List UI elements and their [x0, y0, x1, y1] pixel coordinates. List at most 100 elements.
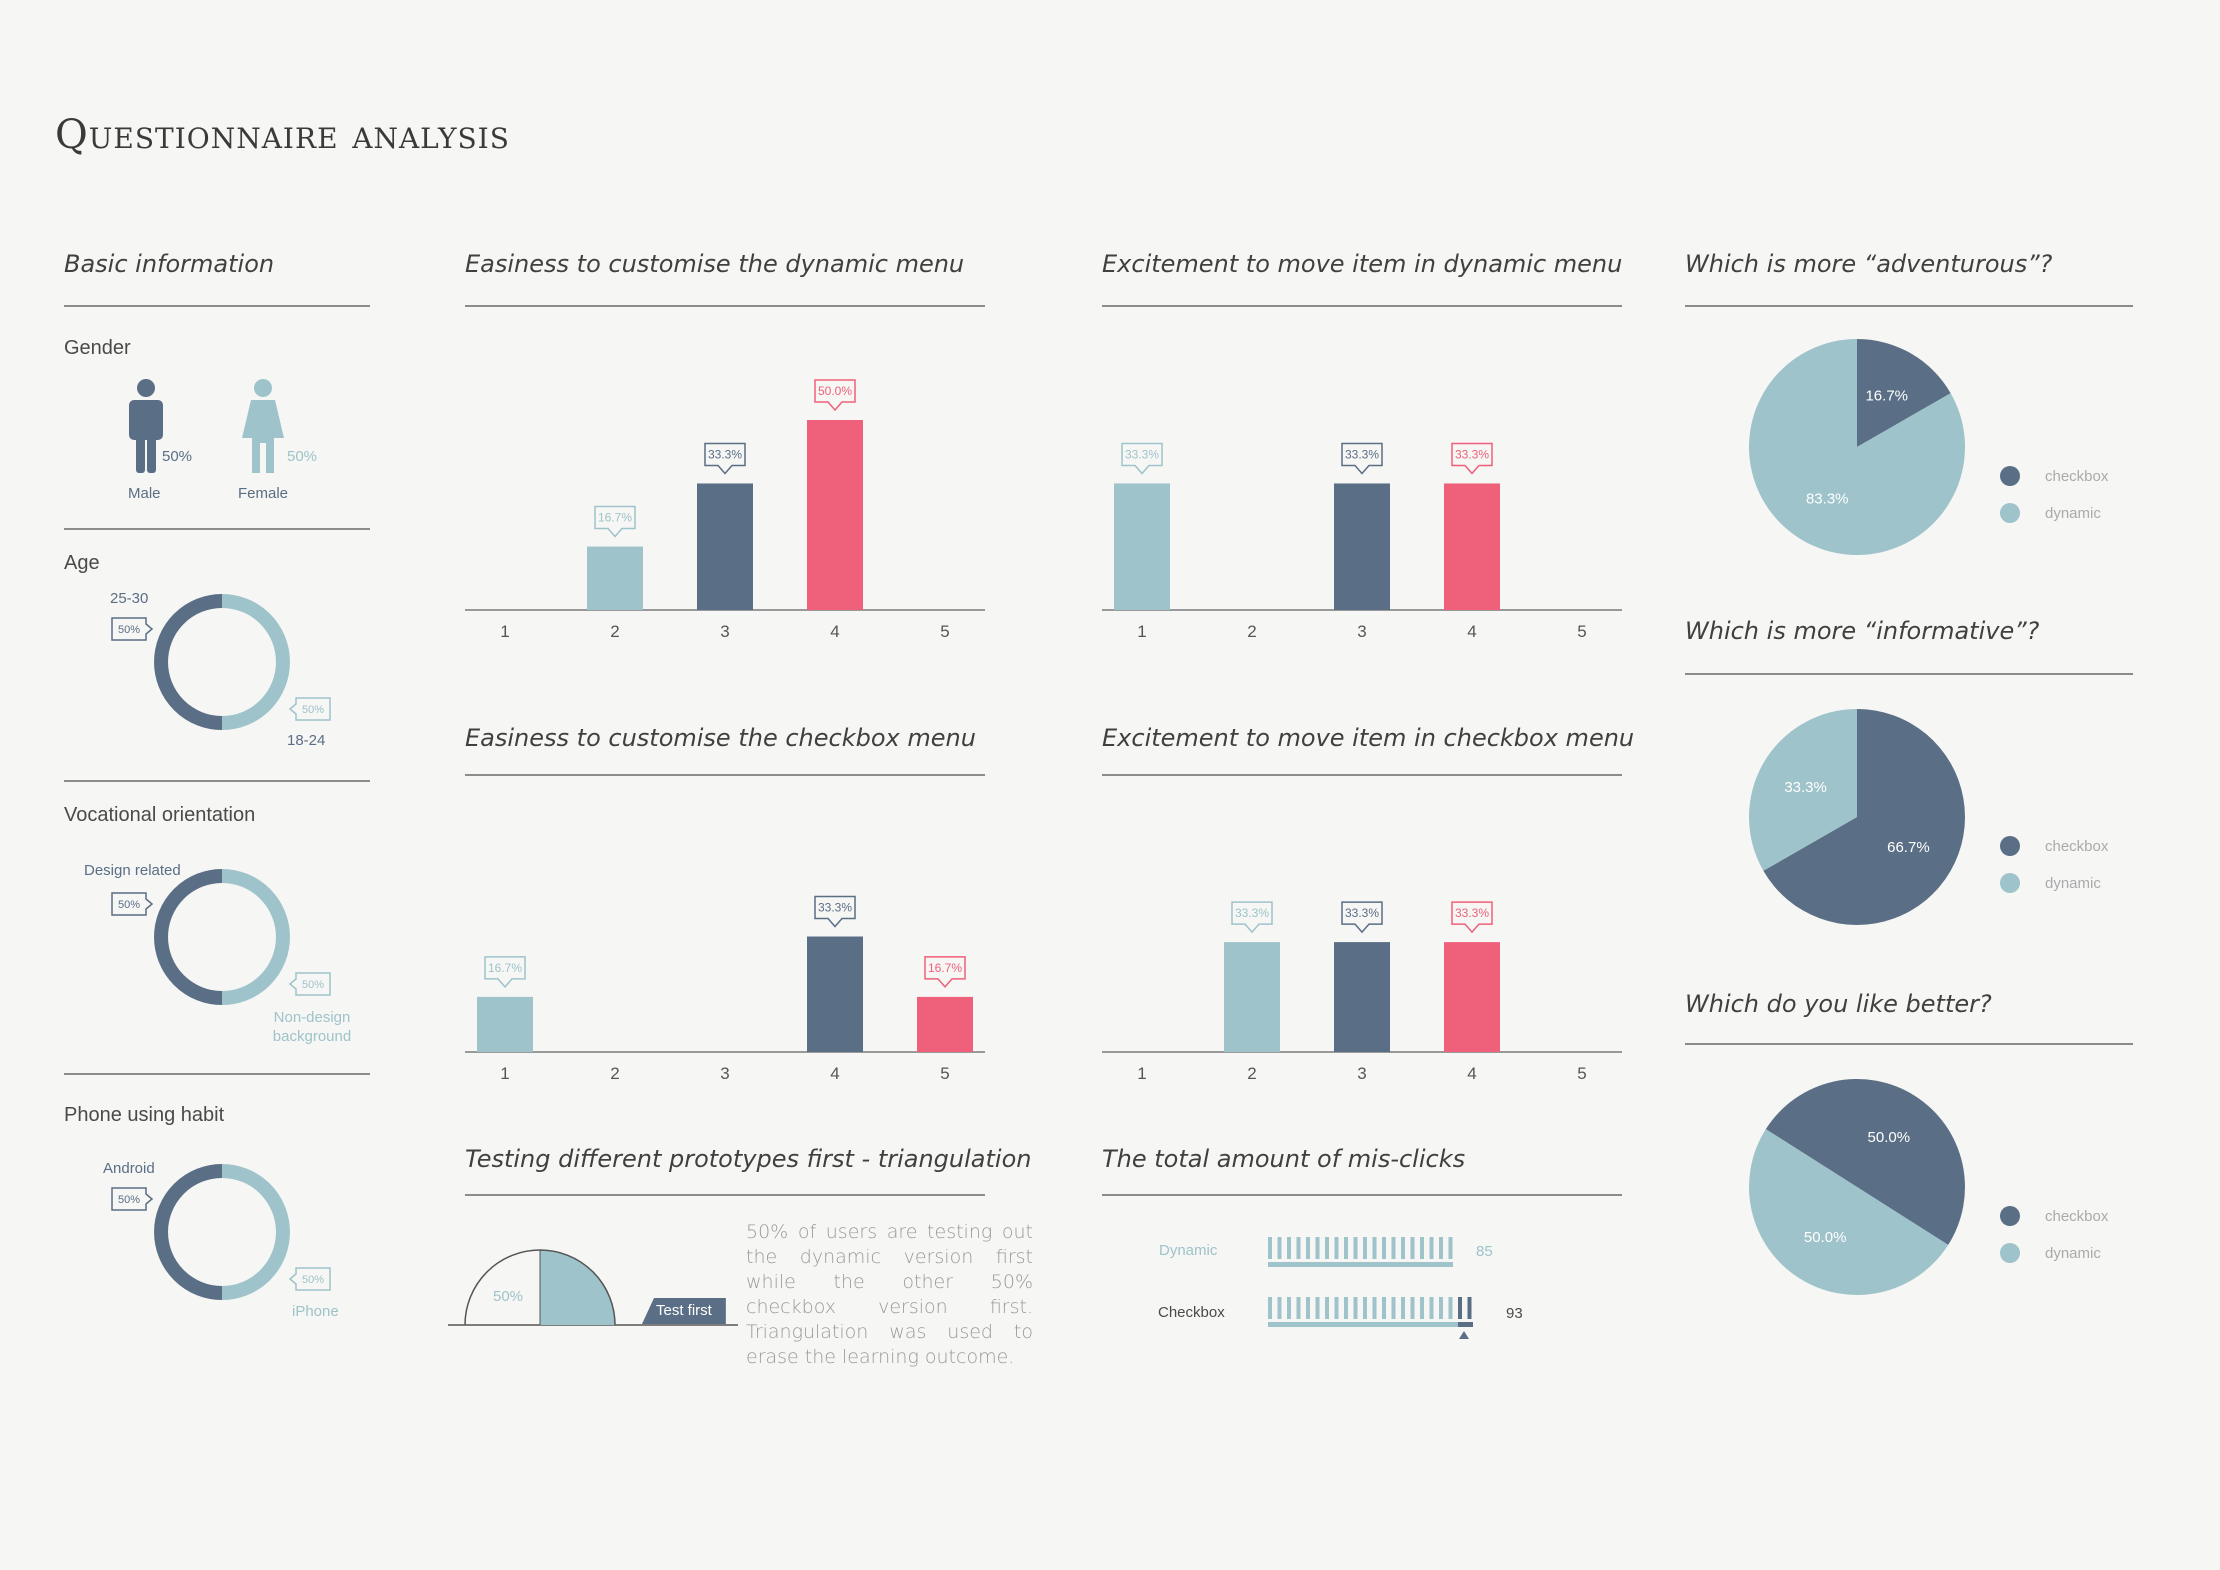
x-tick-label: 2 — [610, 622, 619, 641]
female-label: Female — [238, 485, 289, 502]
divider — [1685, 673, 2133, 675]
bar — [1114, 483, 1170, 610]
donut-light-segment — [221, 869, 290, 1005]
svg-text:33.3%: 33.3% — [1235, 906, 1269, 920]
tally-mark — [1268, 1237, 1272, 1259]
legend-swatch — [2000, 1243, 2020, 1263]
tally-mark — [1467, 1297, 1472, 1319]
tally-mark — [1401, 1297, 1405, 1319]
x-tick-label: 5 — [1577, 622, 1586, 641]
difference-marker — [1459, 1331, 1469, 1339]
difference-bar — [1458, 1322, 1473, 1327]
donut-light-segment — [221, 594, 290, 730]
donut-dark-pct-tag: 50% — [111, 617, 154, 641]
svg-text:50.0%: 50.0% — [818, 384, 852, 398]
svg-text:50%: 50% — [302, 979, 324, 991]
tally-mark — [1372, 1237, 1377, 1259]
tally-mark — [1325, 1297, 1329, 1319]
pie2-title: Which is more “informative”? — [1685, 617, 2040, 645]
svg-text:33.3%: 33.3% — [818, 901, 852, 915]
tally-mark — [1334, 1237, 1339, 1259]
tally-mark — [1420, 1297, 1424, 1319]
tally-mark — [1334, 1297, 1339, 1319]
tally-mark — [1277, 1237, 1282, 1259]
phone-donut: 50% 50% — [111, 1164, 331, 1300]
donut-dark-pct-tag: 50% — [111, 892, 154, 916]
bar — [587, 546, 643, 610]
tally-mark — [1287, 1297, 1291, 1319]
svg-text:50%: 50% — [302, 704, 324, 716]
legend-label: checkbox — [2045, 468, 2109, 485]
legend-label: checkbox — [2045, 838, 2109, 855]
tally-mark — [1287, 1237, 1291, 1259]
tally-mark — [1353, 1297, 1358, 1319]
x-tick-label: 3 — [720, 622, 729, 641]
data-label: 33.3% — [1451, 901, 1493, 934]
age-title: Age — [64, 552, 100, 574]
x-tick-label: 3 — [1357, 622, 1366, 641]
vocation-title: Vocational orientation — [64, 804, 256, 826]
x-tick-label: 4 — [1467, 1064, 1476, 1083]
tally-mark — [1429, 1297, 1434, 1319]
tally-mark — [1296, 1297, 1301, 1319]
divider — [465, 774, 985, 776]
bar-chart-dynamic-excitement: 1 33.3% 2 3 33.3% 4 33.3% 5 — [1102, 442, 1622, 641]
x-tick-label: 1 — [1137, 622, 1146, 641]
divider — [1102, 305, 1622, 307]
female-pct: 50% — [287, 448, 318, 465]
tally-mark — [1458, 1297, 1462, 1319]
tally-mark — [1325, 1237, 1329, 1259]
test-first-tag: Test first — [642, 1298, 726, 1324]
bar — [1444, 942, 1500, 1052]
tally-mark — [1306, 1237, 1310, 1259]
donut-light-pct-tag: 50% — [288, 1267, 331, 1291]
x-tick-label: 1 — [500, 1064, 509, 1083]
data-label: 16.7% — [484, 956, 526, 989]
legend-label: dynamic — [2045, 875, 2101, 892]
donut-dark-pct-tag: 50% — [111, 1187, 154, 1211]
tally-mark — [1277, 1297, 1282, 1319]
donut-light-pct-tag: 50% — [288, 697, 331, 721]
tally-mark — [1372, 1297, 1377, 1319]
donut-dark-segment — [154, 1164, 223, 1300]
bar-chart-checkbox-easiness: 1 16.7% 2 3 4 33.3% 5 16.7% — [465, 895, 985, 1083]
tally-mark — [1296, 1237, 1301, 1259]
x-tick-label: 5 — [1577, 1064, 1586, 1083]
legend-label: dynamic — [2045, 1245, 2101, 1262]
svg-text:33.3%: 33.3% — [1455, 447, 1489, 461]
tally-mark — [1363, 1297, 1367, 1319]
chart2-title: Excitement to move item in dynamic menu — [1102, 250, 1623, 278]
x-tick-label: 2 — [1247, 622, 1256, 641]
data-label: 50.0% — [814, 379, 856, 412]
tally-mark — [1448, 1237, 1453, 1259]
legend-swatch — [2000, 873, 2020, 893]
divider — [465, 305, 985, 307]
tally-mark — [1382, 1297, 1386, 1319]
legend-label: dynamic — [2045, 505, 2101, 522]
tally-mark — [1429, 1237, 1434, 1259]
misclicks-title: The total amount of mis-clicks — [1102, 1145, 1466, 1173]
divider — [64, 528, 370, 530]
donut-light-pct-tag: 50% — [288, 972, 331, 996]
misclick-row — [1268, 1297, 1473, 1339]
tally-mark — [1315, 1297, 1320, 1319]
svg-text:16.7%: 16.7% — [928, 961, 962, 975]
divider — [465, 1194, 985, 1196]
x-tick-label: 3 — [1357, 1064, 1366, 1083]
divider — [64, 780, 370, 782]
male-label: Male — [128, 485, 161, 502]
phone-title: Phone using habit — [64, 1104, 225, 1126]
legend-swatch — [2000, 836, 2020, 856]
misclick-checkbox-value: 93 — [1506, 1305, 1523, 1322]
tally-mark — [1391, 1237, 1396, 1259]
misclick-checkbox-label: Checkbox — [1158, 1304, 1225, 1321]
vocation-donut: 50% 50% — [111, 869, 331, 1005]
x-tick-label: 2 — [610, 1064, 619, 1083]
donut-dark-segment — [154, 869, 223, 1005]
x-tick-label: 1 — [500, 622, 509, 641]
bar — [917, 996, 973, 1052]
x-tick-label: 5 — [940, 622, 949, 641]
data-label: 33.3% — [814, 895, 856, 928]
svg-text:50%: 50% — [118, 624, 140, 636]
tally-mark — [1353, 1237, 1358, 1259]
